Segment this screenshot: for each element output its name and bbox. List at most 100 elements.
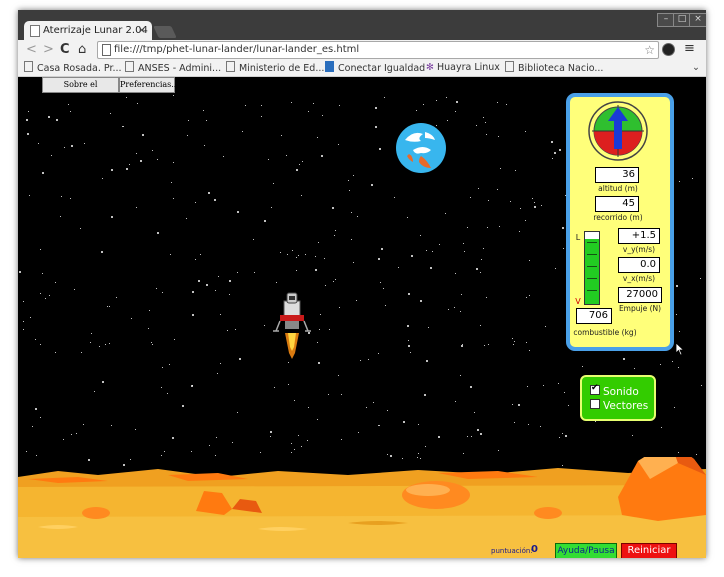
star-dot xyxy=(110,113,111,114)
star-dot xyxy=(90,342,91,343)
forward-icon[interactable]: > xyxy=(43,42,54,57)
star-dot xyxy=(461,345,463,347)
star-dot xyxy=(109,306,110,307)
star-dot xyxy=(470,197,471,198)
star-dot xyxy=(227,330,228,331)
star-dot xyxy=(486,134,487,135)
star-dot xyxy=(276,282,277,283)
star-dot xyxy=(545,326,546,327)
star-dot xyxy=(514,341,515,342)
reload-icon[interactable]: C xyxy=(60,42,70,57)
menu-icon[interactable]: ≡ xyxy=(684,41,695,56)
star-dot xyxy=(554,152,556,154)
vectors-checkbox[interactable]: Vectores xyxy=(590,399,648,413)
bookmark-item[interactable]: Casa Rosada. Pr... xyxy=(24,61,122,76)
star-dot xyxy=(298,255,299,256)
star-dot xyxy=(174,339,175,340)
bookmark-star-icon[interactable]: ☆ xyxy=(644,42,655,58)
lunar-lander xyxy=(273,292,311,359)
star-dot xyxy=(700,278,701,279)
star-dot xyxy=(142,134,144,136)
star-dot xyxy=(485,122,486,123)
lunar-lander-applet[interactable]: Sobre el programa... Preferencias... 36 … xyxy=(18,77,706,558)
address-bar[interactable]: file:///tmp/phet-lunar-lander/lunar-land… xyxy=(97,41,659,59)
star-dot xyxy=(102,381,104,383)
star-dot xyxy=(464,251,465,252)
star-dot xyxy=(562,227,564,229)
star-dot xyxy=(488,344,489,345)
star-dot xyxy=(287,254,288,255)
extension-icon[interactable] xyxy=(662,43,675,56)
star-dot xyxy=(470,386,472,388)
new-tab-button[interactable] xyxy=(153,26,177,38)
star-dot xyxy=(332,207,334,209)
star-dot xyxy=(551,141,553,143)
star-dot xyxy=(408,340,409,341)
star-dot xyxy=(35,339,36,340)
star-dot xyxy=(339,307,340,308)
star-dot xyxy=(562,433,563,434)
star-dot xyxy=(308,111,309,112)
star-dot xyxy=(315,269,317,271)
star-dot xyxy=(318,362,320,364)
star-dot xyxy=(411,255,413,257)
star-dot xyxy=(215,290,216,291)
sound-checkbox[interactable]: ✔ Sonido xyxy=(590,383,639,399)
bookmark-item[interactable]: Biblioteca Nacio... xyxy=(505,61,603,76)
star-dot xyxy=(187,135,188,136)
star-dot xyxy=(563,248,564,249)
star-dot xyxy=(105,344,106,345)
star-dot xyxy=(420,235,421,236)
star-dot xyxy=(351,212,352,213)
star-dot xyxy=(515,170,516,171)
altitude-label: altitud (m) xyxy=(598,184,638,193)
star-dot xyxy=(206,120,207,121)
star-dot xyxy=(40,293,41,294)
fuel-readout: 706 xyxy=(576,308,612,324)
star-dot xyxy=(214,199,216,201)
gauge-tick xyxy=(587,290,597,291)
star-dot xyxy=(102,178,103,179)
star-dot xyxy=(161,387,162,388)
star-dot xyxy=(173,198,174,199)
star-dot xyxy=(512,404,513,405)
star-dot xyxy=(318,242,319,243)
star-dot xyxy=(357,216,358,217)
about-button[interactable]: Sobre el programa... xyxy=(42,77,119,103)
bookmark-item[interactable]: Conectar Igualdad xyxy=(325,61,425,76)
help-pause-button[interactable]: Ayuda/Pausa xyxy=(555,543,617,558)
star-dot xyxy=(488,200,489,201)
star-dot xyxy=(317,137,318,138)
star-dot xyxy=(348,180,349,181)
star-dot xyxy=(387,410,388,411)
browser-tab[interactable]: Aterrizaje Lunar 2.04 × xyxy=(24,21,152,40)
star-dot xyxy=(564,392,565,393)
star-dot xyxy=(94,391,95,392)
star-dot xyxy=(56,119,58,121)
checkbox-box[interactable]: ✔ xyxy=(590,383,600,395)
star-dot xyxy=(19,271,21,273)
reset-button[interactable]: Reiniciar xyxy=(621,543,677,558)
tab-close-icon[interactable]: × xyxy=(138,21,146,40)
star-dot xyxy=(129,164,130,165)
browser-window: Aterrizaje Lunar 2.04 × – □ × < > C ⌂ fi… xyxy=(18,10,706,558)
bookmark-item[interactable]: ANSES - Admini... xyxy=(125,61,221,76)
back-icon[interactable]: < xyxy=(26,42,37,57)
altitude-readout: 36 xyxy=(595,167,639,183)
star-dot xyxy=(192,291,194,293)
close-icon[interactable]: × xyxy=(689,13,706,27)
star-dot xyxy=(40,417,41,418)
home-icon[interactable]: ⌂ xyxy=(78,42,86,57)
star-dot xyxy=(498,136,499,137)
bookmark-item[interactable]: Ministerio de Ed... xyxy=(226,61,324,76)
bookmark-item[interactable]: ✻ Huayra Linux xyxy=(426,61,500,75)
star-dot xyxy=(356,300,357,301)
star-dot xyxy=(317,342,318,343)
checkbox-box[interactable] xyxy=(590,399,600,409)
star-dot xyxy=(76,433,77,434)
star-dot xyxy=(335,230,336,231)
thrust-readout[interactable]: 27000 xyxy=(618,287,662,303)
instrument-panel: 36 altitud (m) 45 recorrido (m) L V +1.5… xyxy=(566,93,674,351)
chevron-down-icon[interactable]: ⌄ xyxy=(692,61,700,75)
preferences-button[interactable]: Preferencias... xyxy=(119,77,179,93)
